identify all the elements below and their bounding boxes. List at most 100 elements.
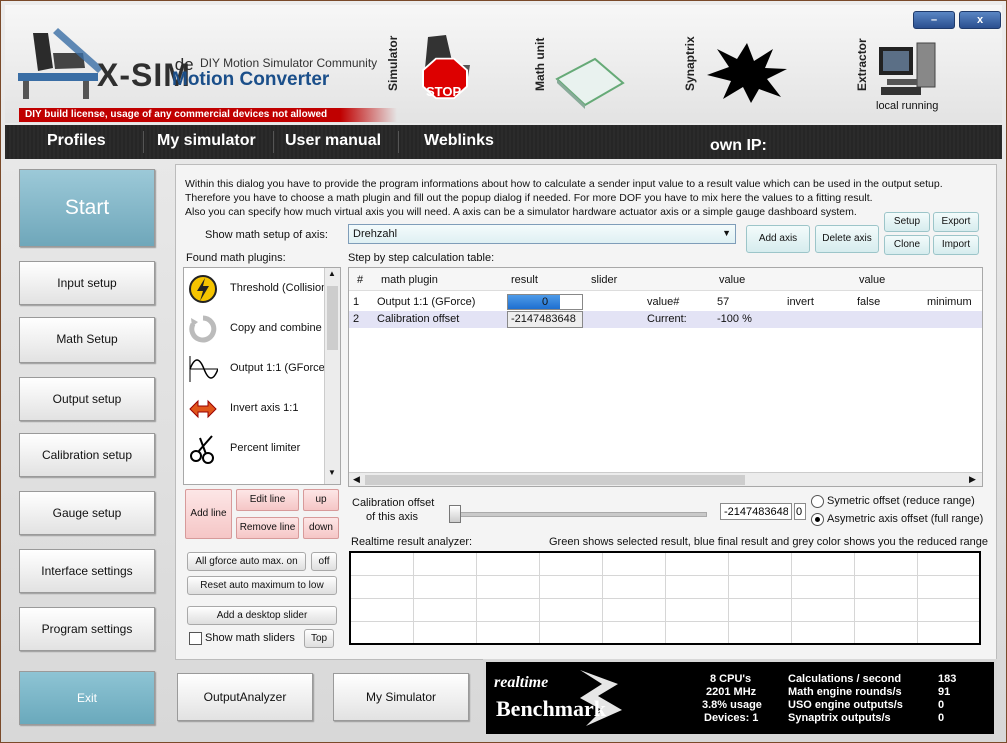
minimize-button[interactable]: – xyxy=(913,11,955,29)
result-value: -2147483648 xyxy=(511,313,576,325)
asymmetric-offset-radio[interactable] xyxy=(811,513,824,526)
devices-count: Devices: 1 xyxy=(704,712,759,724)
nav-weblinks[interactable]: Weblinks xyxy=(424,132,494,150)
uso-label: USO engine outputs/s xyxy=(788,699,903,711)
computer-icon[interactable] xyxy=(877,39,943,101)
scrollbar-thumb[interactable] xyxy=(327,286,338,350)
calibration-value-field[interactable] xyxy=(720,503,792,520)
plugin-item[interactable]: Invert axis 1:1 xyxy=(184,388,324,428)
off-button[interactable]: off xyxy=(311,552,337,571)
up-button[interactable]: up xyxy=(303,489,339,511)
plugin-label: Percent limiter xyxy=(230,442,301,454)
simulator-seat-logo-icon xyxy=(18,28,103,99)
symmetric-offset-label: Symetric offset (reduce range) xyxy=(827,495,975,507)
module-label-math-unit: Math unit xyxy=(533,37,547,91)
starburst-icon[interactable] xyxy=(705,41,789,105)
row-number: 1 xyxy=(353,296,360,308)
add-axis-button[interactable]: Add axis xyxy=(746,225,810,253)
stop-sign-icon[interactable] xyxy=(410,31,480,113)
row-cell: false xyxy=(857,296,881,308)
analyzer-hint: Green shows selected result, blue final … xyxy=(549,536,989,548)
column-header: math plugin xyxy=(381,274,438,286)
setup-button[interactable]: Setup xyxy=(884,212,930,232)
clone-button[interactable]: Clone xyxy=(884,235,930,255)
scroll-right-icon[interactable]: ▶ xyxy=(969,474,976,485)
exit-button[interactable]: Exit xyxy=(19,671,155,725)
export-button[interactable]: Export xyxy=(933,212,979,232)
asymmetric-offset-label: Asymetric axis offset (full range) xyxy=(827,513,984,525)
output-setup-button[interactable]: Output setup xyxy=(19,377,155,421)
nav-separator xyxy=(273,131,274,153)
chip-icon[interactable] xyxy=(555,57,625,109)
add-desktop-slider-button[interactable]: Add a desktop slider xyxy=(187,606,337,625)
table-row[interactable]: 1 Output 1:1 (GForce) 0 value# 57 invert… xyxy=(349,293,982,311)
intro-line-3: Also you can specify how much virtual ax… xyxy=(185,206,857,218)
table-header xyxy=(349,268,982,291)
plugin-item[interactable]: Copy and combine xyxy=(184,308,324,348)
add-line-button[interactable]: Add line xyxy=(185,489,232,539)
found-plugins-label: Found math plugins: xyxy=(186,252,286,264)
plugin-item[interactable]: Percent limiter xyxy=(184,428,324,468)
import-button[interactable]: Import xyxy=(933,235,979,255)
realtime-analyzer-graph xyxy=(349,551,981,645)
interface-settings-button[interactable]: Interface settings xyxy=(19,549,155,593)
scroll-left-icon[interactable]: ◀ xyxy=(353,474,360,485)
row-number: 2 xyxy=(353,313,360,325)
axis-select-value: Drehzahl xyxy=(353,228,398,240)
show-math-sliders-checkbox[interactable] xyxy=(189,632,202,645)
close-button[interactable]: x xyxy=(959,11,1001,29)
calc-label: Calculations / second xyxy=(788,673,902,685)
synaptrix-label: Synaptrix outputs/s xyxy=(788,712,891,724)
cpu-count: 8 CPU's xyxy=(710,673,752,685)
program-settings-button[interactable]: Program settings xyxy=(19,607,155,651)
plugin-list[interactable]: Threshold (Collision) Copy and combine O… xyxy=(183,267,341,485)
header: – x X-SIM .de DIY Motion Simulator Commu… xyxy=(5,5,1002,123)
all-gforce-auto-max-button[interactable]: All gforce auto max. on xyxy=(187,552,306,571)
radio-dot xyxy=(815,517,820,522)
edit-line-button[interactable]: Edit line xyxy=(236,489,299,511)
column-header: result xyxy=(511,274,538,286)
table-row[interactable]: 2 Calibration offset -2147483648 Current… xyxy=(349,311,982,328)
calibration-slider[interactable] xyxy=(451,512,707,517)
delete-axis-button[interactable]: Delete axis xyxy=(815,225,879,253)
math-setup-button[interactable]: Math Setup xyxy=(19,317,155,363)
axis-select[interactable]: Drehzahl ▼ xyxy=(348,224,736,244)
plugin-list-scrollbar[interactable]: ▲ ▼ xyxy=(324,268,340,484)
result-bar: 0 xyxy=(507,294,583,310)
gauge-setup-button[interactable]: Gauge setup xyxy=(19,491,155,535)
output-analyzer-button[interactable]: OutputAnalyzer xyxy=(177,673,313,721)
plugin-item[interactable]: Threshold (Collision) xyxy=(184,268,331,308)
module-label-extractor: Extractor xyxy=(855,38,869,91)
top-button[interactable]: Top xyxy=(304,629,334,648)
nav-user-manual[interactable]: User manual xyxy=(285,132,381,150)
plugin-label: Output 1:1 (GForce) xyxy=(230,362,329,374)
row-cell: invert xyxy=(787,296,814,308)
nav-profiles[interactable]: Profiles xyxy=(47,132,106,150)
symmetric-offset-radio[interactable] xyxy=(811,495,824,508)
scroll-up-icon[interactable]: ▲ xyxy=(328,269,336,278)
remove-line-button[interactable]: Remove line xyxy=(236,517,299,539)
scroll-down-icon[interactable]: ▼ xyxy=(328,468,336,477)
license-banner: DIY build license, usage of any commerci… xyxy=(19,108,397,122)
input-setup-button[interactable]: Input setup xyxy=(19,261,155,305)
calc-value: 183 xyxy=(938,673,957,685)
benchmark-word-1: realtime xyxy=(494,674,549,691)
plugin-item[interactable]: Output 1:1 (GForce) xyxy=(184,348,328,388)
invert-arrows-icon xyxy=(189,399,217,419)
scrollbar-thumb[interactable] xyxy=(365,475,745,485)
calibration-zero-field[interactable] xyxy=(794,503,806,520)
start-button[interactable]: Start xyxy=(19,169,155,247)
row-cell: -100 % xyxy=(717,313,752,325)
top-nav: Profiles My simulator User manual Weblin… xyxy=(5,125,1002,159)
table-hscrollbar[interactable]: ◀ ▶ xyxy=(349,472,982,486)
row-plugin: Calibration offset xyxy=(377,313,460,325)
show-axis-label: Show math setup of axis: xyxy=(205,229,328,241)
sine-wave-icon xyxy=(189,356,218,382)
my-simulator-button[interactable]: My Simulator xyxy=(333,673,469,721)
calculation-table[interactable]: # math plugin result slider value value … xyxy=(348,267,983,487)
nav-my-simulator[interactable]: My simulator xyxy=(157,132,256,150)
calibration-slider-thumb[interactable] xyxy=(449,505,461,523)
down-button[interactable]: down xyxy=(303,517,339,539)
calibration-setup-button[interactable]: Calibration setup xyxy=(19,433,155,477)
reset-auto-max-button[interactable]: Reset auto maximum to low xyxy=(187,576,337,595)
